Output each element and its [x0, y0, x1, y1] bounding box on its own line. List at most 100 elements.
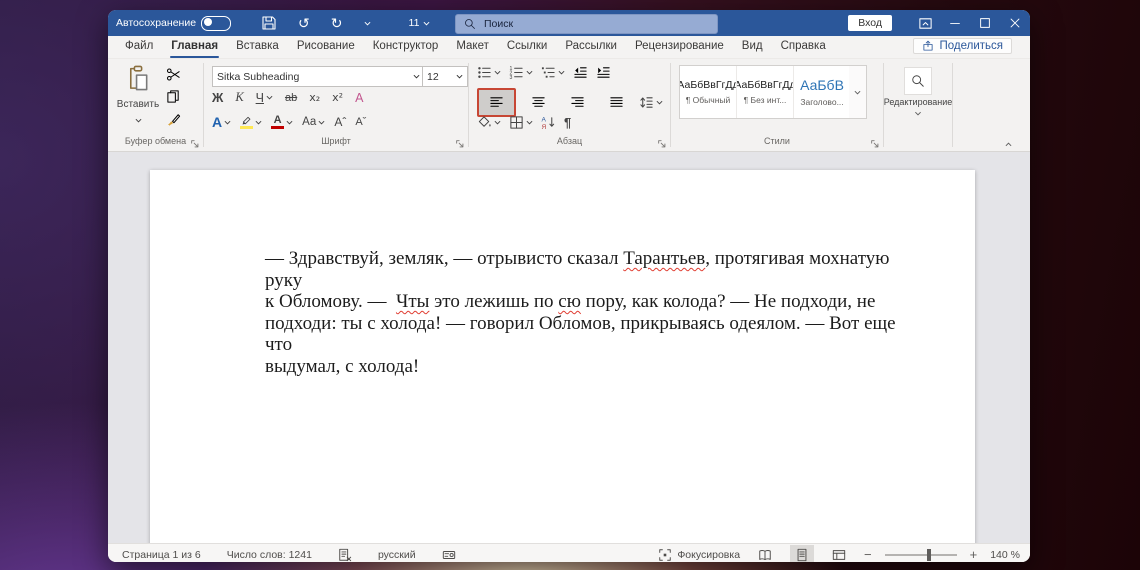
paint-bucket-icon [477, 115, 492, 130]
qat-font-size-control[interactable]: 11 [409, 17, 431, 29]
superscript-button[interactable]: x² [332, 91, 343, 104]
web-layout-button[interactable] [827, 545, 851, 562]
zoom-slider[interactable] [885, 554, 957, 556]
title-bar: Автосохранение ↺ ↻ 11 Поиск Вход [108, 10, 1030, 36]
italic-button[interactable]: К [235, 90, 243, 105]
underline-button[interactable]: Ч [256, 91, 273, 105]
web-layout-icon [832, 548, 846, 562]
collapse-ribbon-icon[interactable] [1005, 142, 1012, 147]
autosave-toggle[interactable] [201, 16, 231, 31]
sign-in-button[interactable]: Вход [848, 15, 892, 31]
tab-review[interactable]: Рецензирование [626, 36, 733, 58]
focus-mode-label: Фокусировка [677, 549, 740, 561]
show-paragraph-marks-button[interactable]: ¶ [564, 115, 571, 130]
style-normal[interactable]: АаБбВвГгДд ¶ Обычный [680, 66, 737, 118]
increase-indent-icon[interactable] [596, 65, 611, 80]
styles-dialog-launcher-icon[interactable] [870, 139, 880, 149]
font-color-button[interactable]: А [271, 115, 293, 129]
zoom-level[interactable]: 140 % [990, 549, 1020, 561]
cut-icon[interactable] [166, 67, 181, 82]
zoom-out-button[interactable]: − [864, 547, 872, 562]
quick-access-customize-icon[interactable] [364, 21, 371, 26]
shading-button[interactable] [477, 115, 501, 130]
tab-file[interactable]: Файл [116, 36, 162, 58]
clear-formatting-button[interactable]: А [355, 91, 363, 105]
word-count[interactable]: Число слов: 1241 [227, 549, 312, 561]
align-left-button[interactable] [477, 88, 516, 117]
font-name-combobox[interactable]: Sitka Subheading [212, 66, 425, 87]
bullets-button[interactable] [477, 65, 501, 80]
shrink-font-button[interactable]: Аˇ [355, 116, 366, 128]
numbering-button[interactable]: 123 [509, 65, 533, 80]
tab-layout[interactable]: Макет [447, 36, 498, 58]
chevron-down-icon[interactable] [915, 111, 922, 116]
change-case-button[interactable]: Аа [302, 116, 325, 128]
read-mode-button[interactable] [753, 545, 777, 562]
zoom-in-button[interactable]: + [970, 547, 978, 562]
redo-icon[interactable]: ↻ [331, 15, 343, 31]
group-font: Sitka Subheading 12 Ж К Ч ab x₂ x² А [204, 59, 468, 151]
editing-find-button[interactable] [904, 67, 932, 95]
status-bar: Страница 1 из 6 Число слов: 1241 русский… [108, 543, 1030, 562]
align-left-icon [489, 95, 504, 110]
line-spacing-button[interactable] [639, 95, 663, 110]
format-painter-icon[interactable] [166, 111, 181, 126]
styles-gallery-more-button[interactable] [849, 65, 867, 119]
change-case-label: Аа [302, 116, 316, 128]
borders-button[interactable] [509, 115, 533, 130]
font-dialog-launcher-icon[interactable] [455, 139, 465, 149]
tab-home[interactable]: Главная [162, 36, 227, 58]
save-icon[interactable] [261, 15, 277, 31]
tab-design[interactable]: Конструктор [364, 36, 448, 58]
tab-help[interactable]: Справка [772, 36, 835, 58]
tab-references[interactable]: Ссылки [498, 36, 557, 58]
text-effects-button[interactable]: А [212, 114, 231, 130]
bold-button[interactable]: Ж [212, 91, 223, 105]
misspelled-word: Тарантьев [623, 248, 705, 269]
page-indicator[interactable]: Страница 1 из 6 [122, 549, 201, 561]
copy-icon[interactable] [166, 89, 181, 104]
multilevel-list-button[interactable] [541, 65, 565, 80]
chevron-down-icon [558, 70, 565, 75]
undo-icon[interactable]: ↺ [298, 15, 310, 31]
strikethrough-button[interactable]: ab [285, 92, 297, 104]
style-no-spacing[interactable]: АаБбВвГгДд ¶ Без инт... [737, 66, 794, 118]
tab-mailings[interactable]: Рассылки [556, 36, 626, 58]
clipboard-dialog-launcher-icon[interactable] [190, 139, 200, 149]
document-text[interactable]: — Здравствуй, земляк, — отрывисто сказал… [265, 248, 925, 377]
close-button[interactable] [1000, 10, 1030, 36]
language-indicator[interactable]: русский [378, 549, 416, 561]
maximize-button[interactable] [970, 10, 1000, 36]
sort-button[interactable]: А Я [541, 115, 556, 130]
align-center-button[interactable] [522, 91, 555, 115]
style-name: ¶ Обычный [686, 95, 731, 105]
focus-mode-button[interactable]: Фокусировка [658, 548, 740, 562]
text-highlight-button[interactable] [240, 115, 262, 129]
print-layout-button[interactable] [790, 545, 814, 562]
tab-view[interactable]: Вид [733, 36, 772, 58]
focus-mode-icon [658, 548, 672, 562]
minimize-button[interactable] [940, 10, 970, 36]
zoom-slider-thumb[interactable] [927, 549, 931, 561]
justify-button[interactable] [600, 91, 633, 115]
proofing-errors-icon[interactable] [338, 548, 352, 562]
document-page[interactable]: — Здравствуй, земляк, — отрывисто сказал… [150, 170, 975, 543]
chevron-down-icon [456, 74, 463, 79]
decrease-indent-icon[interactable] [573, 65, 588, 80]
paragraph-dialog-launcher-icon[interactable] [657, 139, 667, 149]
style-heading1[interactable]: АаБбВ Заголово... [794, 66, 850, 118]
grow-font-button[interactable]: Аˆ [334, 115, 346, 129]
ribbon-display-options-button[interactable] [910, 10, 940, 36]
share-button[interactable]: Поделиться [913, 38, 1012, 54]
input-settings-icon[interactable] [442, 548, 456, 562]
sort-letter-ya: Я [541, 124, 546, 130]
tab-draw[interactable]: Рисование [288, 36, 364, 58]
align-right-button[interactable] [561, 91, 594, 115]
subscript-button[interactable]: x₂ [309, 91, 320, 104]
font-size-combobox[interactable]: 12 [422, 66, 468, 87]
search-box[interactable]: Поиск [455, 14, 718, 34]
paste-button[interactable]: Вставить [116, 65, 160, 128]
document-area[interactable]: — Здравствуй, земляк, — отрывисто сказал… [108, 152, 1030, 543]
close-icon [1008, 16, 1022, 30]
tab-insert[interactable]: Вставка [227, 36, 288, 58]
